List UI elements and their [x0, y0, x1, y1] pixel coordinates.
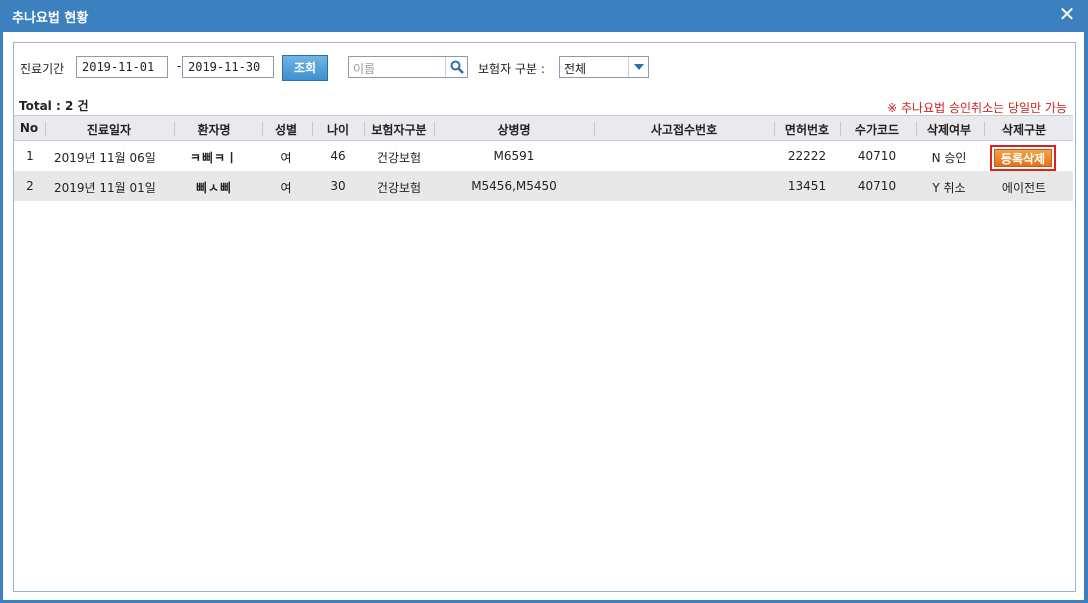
insurer-select[interactable]: 전체	[559, 56, 649, 78]
total-count: Total : 2 건	[19, 97, 89, 114]
filter-bar: 진료기간 2019-11-01 - 2019-11-30 조회 이름 보험자 구…	[20, 55, 1070, 81]
cell-age: 46	[330, 149, 346, 163]
cell-code: 40710	[857, 179, 897, 193]
cancel-notice: ※ 추나요법 승인취소는 당일만 가능	[887, 101, 1067, 115]
cell-date: 2019년 11월 06일	[54, 151, 156, 165]
cell-sex: 여	[280, 181, 292, 195]
chevron-down-icon[interactable]	[628, 57, 648, 77]
cell-sex: 여	[280, 151, 292, 165]
cell-deleted: Y 취소	[932, 181, 966, 195]
header-accident: 사고접수번호	[650, 123, 718, 137]
header-divider	[262, 122, 263, 136]
header-disease: 상병명	[497, 123, 531, 137]
cell-insurer: 건강보험	[376, 181, 422, 195]
cell-patient-name: ㅋ삐ㅋㅣ	[189, 151, 239, 165]
insurer-selected-value: 전체	[564, 62, 587, 76]
header-no: No	[19, 121, 39, 135]
period-label: 진료기간	[20, 62, 65, 76]
search-button[interactable]: 조회	[282, 55, 328, 81]
header-divider	[45, 122, 46, 136]
dialog-content: 진료기간 2019-11-01 - 2019-11-30 조회 이름 보험자 구…	[3, 32, 1084, 600]
date-separator: -	[177, 59, 182, 73]
dialog-title: 추나요법 현황	[12, 11, 89, 26]
cell-insurer: 건강보험	[376, 151, 422, 165]
cell-action: 에이전트	[1001, 181, 1047, 195]
header-divider	[312, 122, 313, 136]
header-name: 환자명	[197, 123, 231, 137]
header-code: 수가코드	[854, 123, 900, 137]
chuna-table: No 진료일자 환자명 성별 나이 보험자구분 상병명 사고접수번호 면허번호 …	[14, 115, 1073, 201]
date-from-input[interactable]: 2019-11-01	[76, 56, 168, 78]
cell-deleted: N 승인	[931, 151, 967, 165]
cell-license: 22222	[787, 149, 827, 163]
table-row[interactable]: 2 2019년 11월 01일 삐ㅅ삐 여 30 건강보험 M5456,M545…	[14, 171, 1073, 201]
cell-date: 2019년 11월 01일	[54, 181, 156, 195]
header-sex: 성별	[274, 123, 298, 137]
cell-no: 1	[26, 149, 34, 163]
cell-disease: M5456,M5450	[471, 179, 557, 193]
delete-registration-button[interactable]: 등록삭제	[990, 145, 1056, 171]
insurer-label: 보험자 구분 :	[478, 62, 545, 76]
date-to-input[interactable]: 2019-11-30	[182, 56, 274, 78]
total-label: Total :	[19, 99, 61, 113]
delete-registration-label[interactable]: 등록삭제	[994, 149, 1052, 167]
name-search-input[interactable]: 이름	[348, 56, 468, 78]
dialog-window: 추나요법 현황 ✕ 진료기간 2019-11-01 - 2019-11-30 조…	[0, 0, 1088, 603]
header-deleted: 삭제여부	[926, 123, 972, 137]
cell-patient-name: 삐ㅅ삐	[195, 181, 233, 195]
content-panel: 진료기간 2019-11-01 - 2019-11-30 조회 이름 보험자 구…	[13, 42, 1076, 592]
table-row[interactable]: 1 2019년 11월 06일 ㅋ삐ㅋㅣ 여 46 건강보험 M6591 222…	[14, 141, 1073, 171]
cell-age: 30	[330, 179, 346, 193]
total-value: 2 건	[64, 99, 89, 113]
cell-no: 2	[26, 179, 34, 193]
header-date: 진료일자	[86, 123, 132, 137]
close-icon[interactable]: ✕	[1058, 4, 1076, 24]
header-age: 나이	[326, 123, 350, 137]
cell-license: 13451	[787, 179, 827, 193]
header-insurer: 보험자구분	[371, 123, 427, 137]
header-action: 삭제구분	[1001, 123, 1047, 137]
name-placeholder: 이름	[353, 62, 376, 76]
table-header: No 진료일자 환자명 성별 나이 보험자구분 상병명 사고접수번호 면허번호 …	[14, 115, 1073, 141]
cell-disease: M6591	[493, 149, 535, 163]
search-icon[interactable]	[445, 57, 467, 77]
cell-code: 40710	[857, 149, 897, 163]
header-license: 면허번호	[784, 123, 830, 137]
titlebar: 추나요법 현황 ✕	[0, 0, 1088, 32]
